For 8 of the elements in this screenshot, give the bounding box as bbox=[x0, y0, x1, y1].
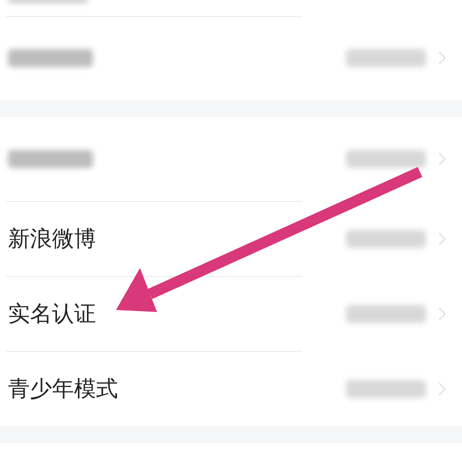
chevron-icon bbox=[438, 152, 446, 166]
chevron-icon bbox=[438, 51, 446, 65]
setting-label[interactable]: 实名认证 bbox=[8, 298, 96, 328]
setting-label[interactable]: 新浪微博 bbox=[8, 224, 96, 254]
chevron-icon bbox=[438, 382, 446, 396]
chevron-icon bbox=[438, 232, 446, 246]
setting-label[interactable]: 青少年模式 bbox=[8, 374, 118, 404]
chevron-icon bbox=[438, 306, 446, 320]
